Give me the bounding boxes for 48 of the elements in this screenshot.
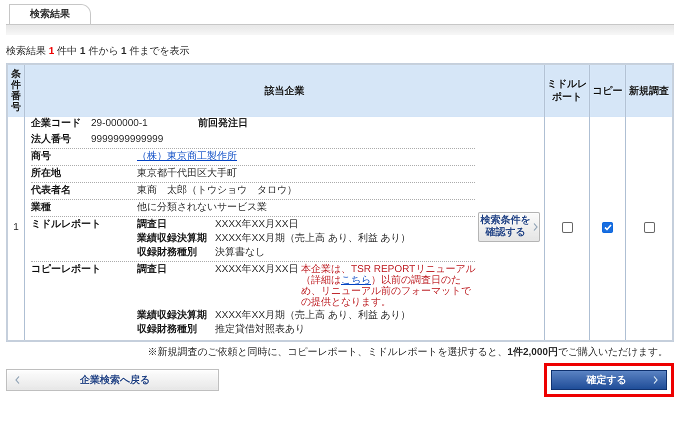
notice-text: 本企業は、TSR REPORTリニューアル（詳細はこちら）以前の調査日のため、リニューアル前のフォーマットでの提供となります。 (301, 264, 476, 308)
field-value: XXXX年XX月XX日 (215, 264, 300, 277)
column-header: ミドルレポート (546, 78, 588, 104)
chevron-left-icon (15, 376, 20, 384)
field-label: 調査日 (137, 264, 168, 277)
field-label: 収録財務種別 (137, 247, 198, 259)
field-value: 29-000000-1 (91, 118, 149, 130)
field-label: コピーレポート (31, 263, 102, 277)
result-summary: 検索結果 1 件中 1 件から 1 件までを表示 (6, 46, 190, 57)
field-label: 法人番号 (31, 134, 72, 146)
field-value: XXXX年XX月期（売上高 あり、利益 あり） (215, 233, 411, 245)
field-label: 前回発注日 (198, 118, 248, 130)
field-label: 業績収録決算期 (137, 310, 208, 322)
field-label: 企業コード (31, 118, 82, 130)
field-label: 商号 (31, 151, 52, 163)
field-label: 業績収録決算期 (137, 233, 208, 245)
back-button[interactable]: 企業検索へ戻る (6, 369, 219, 391)
checkbox[interactable] (602, 222, 613, 232)
column-header: 条件番号 (11, 69, 21, 113)
field-label: 調査日 (137, 219, 168, 231)
field-value: XXXX年XX月XX日 (215, 219, 298, 231)
field-label: 業種 (31, 202, 52, 214)
chevron-right-icon (532, 223, 538, 231)
tab[interactable]: 検索結果 (9, 4, 91, 24)
checkbox[interactable] (562, 222, 572, 232)
company-name-link[interactable]: （株）東京商工製作所 (137, 151, 237, 163)
field-value: 推定貸借対照表あり (215, 324, 305, 336)
details-link[interactable]: こちら (341, 275, 371, 286)
confirm-button[interactable]: 確定する (551, 370, 667, 390)
checkbox[interactable] (644, 222, 654, 232)
check-icon (604, 224, 612, 230)
field-value: 決算書なし (215, 247, 265, 259)
check-conditions-button[interactable]: 検索条件を確認する (478, 212, 540, 242)
column-header: 新規調査 (629, 84, 669, 98)
chevron-right-icon (653, 376, 658, 384)
field-value: 東京都千代田区大手町 (137, 168, 237, 180)
field-value: 9999999999999 (91, 134, 164, 146)
field-label: ミドルレポート (31, 218, 102, 232)
field-label: 代表者名 (31, 185, 72, 197)
row-number: 1 (13, 220, 19, 234)
field-label: 所在地 (31, 168, 62, 180)
field-value: 東商 太郎（トウショウ タロウ） (137, 185, 297, 197)
field-value: XXXX年XX月期（売上高 あり、利益 あり） (215, 310, 411, 322)
field-label: 収録財務種別 (137, 324, 198, 336)
purchase-note: ※新規調査のご依頼と同時に、コピーレポート、ミドルレポートを選択すると、1件2,000円でご購入いただけます。 (147, 346, 668, 360)
column-header: 該当企業 (264, 84, 304, 98)
column-header: コピー (592, 84, 622, 98)
field-value: 他に分類されないサービス業 (137, 202, 267, 214)
